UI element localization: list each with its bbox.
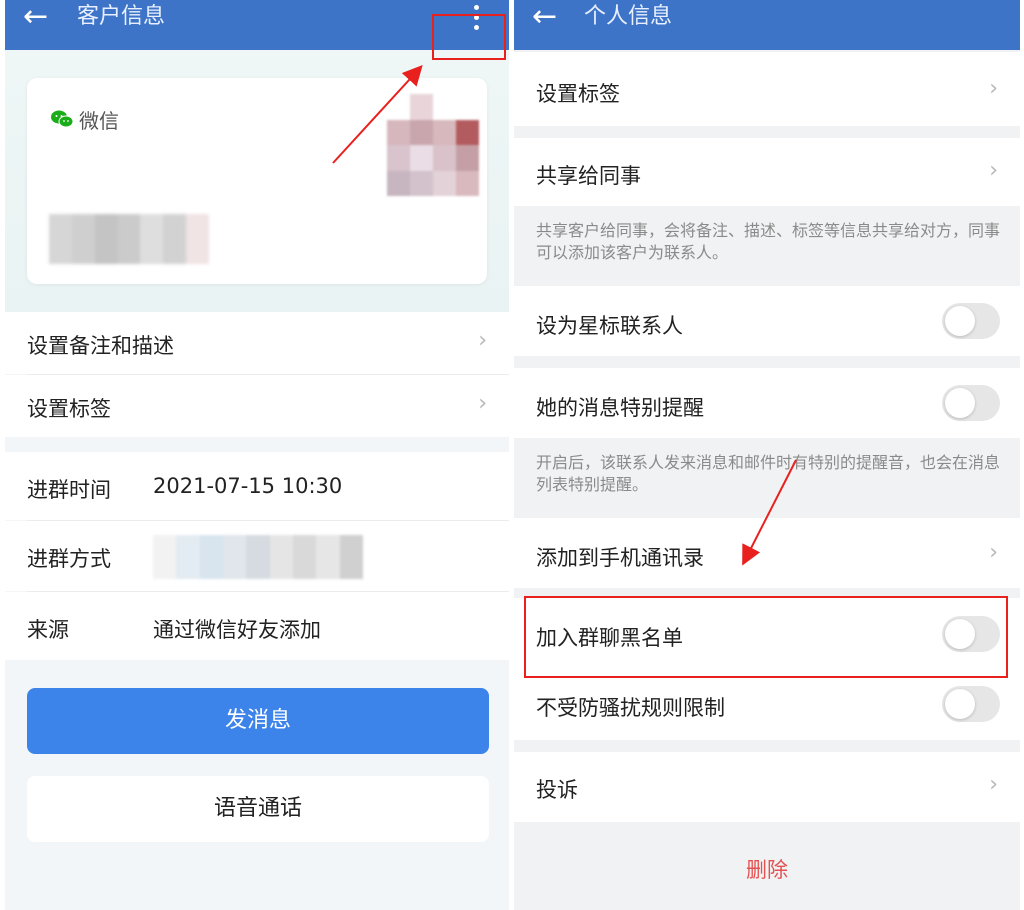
star-contact-toggle[interactable]: [942, 303, 1000, 339]
row-label: 设置标签: [536, 82, 620, 106]
set-tags-row[interactable]: 设置标签 ›: [5, 375, 509, 437]
share-note: 共享客户给同事，会将备注、描述、标签等信息共享给对方，同事可以添加该客户为联系人…: [536, 221, 1001, 262]
special-reminder-note: 开启后，该联系人发来消息和邮件时有特别的提醒音，也会在消息列表特别提醒。: [536, 453, 1001, 494]
chevron-right-icon: ›: [478, 391, 487, 416]
row-label: 投诉: [536, 778, 578, 802]
row-label: 设置标签: [27, 397, 111, 421]
join-group-time-row: 进群时间 2021-07-15 10:30: [5, 452, 509, 520]
join-time-value: 2021-07-15 10:30: [153, 474, 343, 498]
wechat-icon: [51, 110, 73, 128]
row-label: 不受防骚扰规则限制: [536, 696, 725, 720]
join-method-value: [153, 535, 363, 579]
no-harassment-rule-row: 不受防骚扰规则限制: [514, 672, 1020, 740]
delete-button[interactable]: 删除: [514, 854, 1020, 884]
personal-info-screen: ← 个人信息 设置标签 › 共享给同事 › 共享客户给同事，会将备注、描述、标签…: [514, 0, 1020, 910]
set-tags-row[interactable]: 设置标签 ›: [514, 52, 1020, 126]
arrow-left-icon[interactable]: ←: [532, 2, 557, 32]
contact-name: [49, 214, 209, 264]
customer-info-screen: ← 客户信息 微信 设置备注和描述 › 设置标签 › 进群时间 2021-07-…: [5, 0, 509, 910]
chevron-right-icon: ›: [989, 772, 998, 797]
source-value: 通过微信好友添加: [153, 618, 321, 642]
send-message-button[interactable]: 发消息: [27, 688, 489, 754]
chevron-right-icon: ›: [989, 76, 998, 101]
avatar[interactable]: [387, 94, 479, 196]
wechat-label: 微信: [79, 109, 119, 133]
row-label: 设为星标联系人: [536, 314, 683, 338]
voice-call-button[interactable]: 语音通话: [27, 776, 489, 842]
chevron-right-icon: ›: [989, 540, 998, 565]
row-label: 设置备注和描述: [27, 334, 174, 358]
profile-card: 微信: [27, 78, 487, 284]
share-with-colleague-row[interactable]: 共享给同事 ›: [514, 138, 1020, 206]
join-method-label: 进群方式: [27, 547, 111, 571]
chevron-right-icon: ›: [989, 158, 998, 183]
annotation-box-more-menu: [432, 14, 506, 60]
set-remark-description-row[interactable]: 设置备注和描述 ›: [5, 312, 509, 374]
page-title: 个人信息: [584, 4, 673, 29]
no-harassment-rule-toggle[interactable]: [942, 686, 1000, 722]
join-group-method-row: 进群方式: [5, 521, 509, 591]
row-label: 共享给同事: [536, 164, 641, 188]
join-time-label: 进群时间: [27, 478, 111, 502]
special-reminder-toggle[interactable]: [942, 385, 1000, 421]
annotation-box-group-blacklist: [524, 596, 1008, 678]
arrow-left-icon[interactable]: ←: [23, 2, 48, 32]
row-label: 她的消息特别提醒: [536, 396, 704, 420]
chevron-right-icon: ›: [478, 328, 487, 353]
row-label: 添加到手机通讯录: [536, 546, 704, 570]
page-title: 客户信息: [77, 4, 166, 29]
source-label: 来源: [27, 618, 69, 642]
add-to-phone-contacts-row[interactable]: 添加到手机通讯录 ›: [514, 518, 1020, 588]
star-contact-row: 设为星标联系人: [514, 286, 1020, 356]
source-row: 来源 通过微信好友添加: [5, 592, 509, 660]
special-reminder-row: 她的消息特别提醒: [514, 368, 1020, 438]
complain-row[interactable]: 投诉 ›: [514, 752, 1020, 822]
top-app-bar: ← 个人信息: [514, 0, 1020, 50]
